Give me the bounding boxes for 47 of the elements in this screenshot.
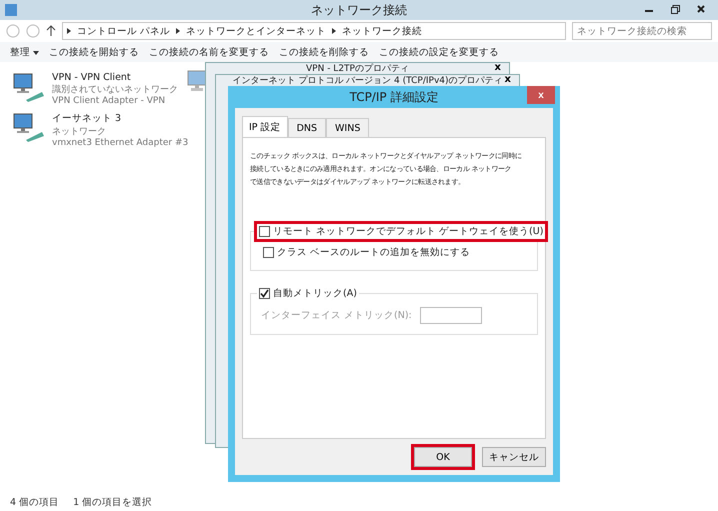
network-computer-icon <box>187 70 207 92</box>
app-icon <box>4 3 18 17</box>
restore-icon <box>670 4 680 14</box>
checkbox-square[interactable] <box>259 288 270 299</box>
close-button[interactable]: x <box>494 63 501 73</box>
checkbox-square[interactable] <box>263 247 274 258</box>
connection-name: VPN - VPN Client <box>52 72 132 83</box>
tab[interactable]: WINS <box>326 118 370 138</box>
dialog-title: TCP/IP 詳細設定 <box>350 88 438 106</box>
chevron-icon <box>67 28 71 34</box>
organize-menu[interactable]: 整理 <box>10 46 40 58</box>
chevron-icon <box>332 28 336 34</box>
status-text: 1 個の項目を選択 <box>73 496 152 508</box>
close-button[interactable]: x <box>527 86 555 104</box>
connection-status: ネットワーク <box>52 126 107 138</box>
adapter-name: vmxnet3 Ethernet Adapter #3 <box>52 138 188 148</box>
close-icon <box>697 5 705 13</box>
dialog-title: VPN - L2TPのプロパティ <box>306 64 409 74</box>
field-label: インターフェイス メトリック(N): <box>261 309 412 322</box>
dialog-title: インターネット プロトコル バージョン 4 (TCP/IPv4)のプロパティ <box>232 76 503 86</box>
network-computer-icon <box>12 72 46 102</box>
close-button[interactable]: x <box>504 75 511 85</box>
adapter-name: VPN Client Adapter - VPN <box>52 96 166 106</box>
toolbar-button[interactable]: この接続の名前を変更する <box>149 46 270 58</box>
tab[interactable]: IP 設定 <box>242 116 288 138</box>
connection-status: 識別されていないネットワーク <box>52 84 178 96</box>
toolbar-button[interactable]: この接続を開始する <box>49 46 140 58</box>
checkbox[interactable]: 自動メトリック(A) <box>257 286 359 301</box>
search-field[interactable]: ネットワーク接続の検索 <box>572 22 712 40</box>
breadcrumb[interactable]: ネットワークとインターネット <box>186 24 326 38</box>
chevron-icon <box>176 28 180 34</box>
caret-icon <box>33 50 40 54</box>
tab[interactable]: DNS <box>288 118 326 138</box>
address-bar[interactable]: コントロール パネル ネットワークとインターネット ネットワーク接続 <box>62 22 566 40</box>
status-text: 4 個の項目 <box>10 496 60 508</box>
window-title: ネットワーク接続 <box>311 2 407 18</box>
cancel-button[interactable]: キャンセル <box>482 447 546 467</box>
breadcrumb[interactable]: コントロール パネル <box>77 24 170 38</box>
toolbar-button[interactable]: この接続の設定を変更する <box>379 46 500 58</box>
checkbox-square[interactable] <box>259 226 270 237</box>
toolbar-button[interactable]: この接続を削除する <box>279 46 370 58</box>
network-computer-icon <box>12 112 46 142</box>
connection-name: イーサネット 3 <box>52 112 122 125</box>
checkbox[interactable]: リモート ネットワークでデフォルト ゲートウェイを使う(U) <box>257 224 546 239</box>
breadcrumb[interactable]: ネットワーク接続 <box>342 24 422 38</box>
up-arrow-icon[interactable] <box>46 25 56 37</box>
ok-button[interactable]: OK <box>414 447 472 467</box>
